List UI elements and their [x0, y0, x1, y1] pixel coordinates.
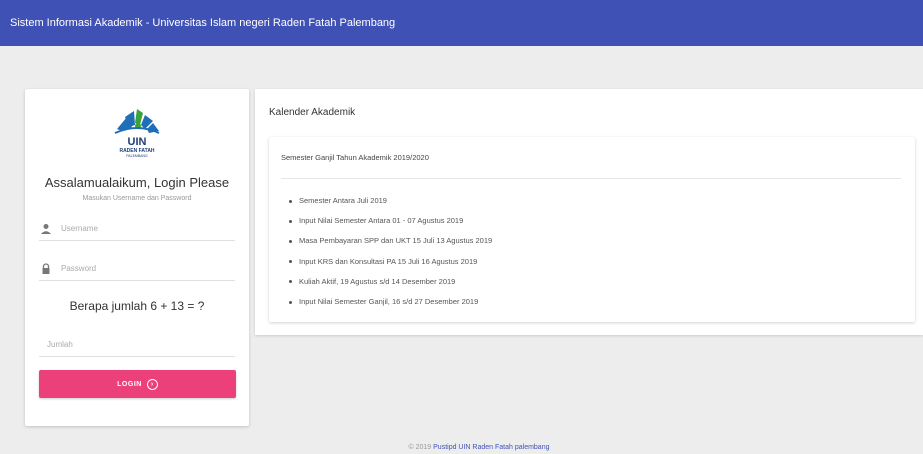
semester-card: Semester Ganjil Tahun Akademik 2019/2020…: [269, 137, 915, 322]
bullet-icon: [289, 199, 292, 203]
logo-sub2: PALEMBANG: [126, 154, 148, 158]
login-card: UIN RADEN FATAH PALEMBANG Assalamualaiku…: [25, 89, 249, 426]
login-button-label: LOGIN: [117, 380, 142, 388]
jumlah-input[interactable]: [47, 340, 207, 349]
uin-logo-icon: UIN RADEN FATAH PALEMBANG: [114, 109, 160, 158]
semester-title: Semester Ganjil Tahun Akademik 2019/2020: [281, 153, 429, 162]
calendar-list: Semester Antara Juli 2019 Input Nilai Se…: [289, 191, 492, 312]
list-item-text: Masa Pembayaran SPP dan UKT 15 Juli 13 A…: [299, 236, 493, 246]
app-title: Sistem Informasi Akademik - Universitas …: [10, 17, 396, 29]
footer-copyright: © 2019: [408, 444, 432, 451]
list-item: Masa Pembayaran SPP dan UKT 15 Juli 13 A…: [289, 231, 492, 251]
bullet-icon: [289, 300, 292, 304]
login-button[interactable]: LOGIN ›: [39, 370, 236, 398]
divider: [281, 178, 901, 179]
lock-icon: [39, 262, 53, 276]
list-item: Input Nilai Semester Antara 01 - 07 Agus…: [289, 211, 492, 231]
top-app-bar: Sistem Informasi Akademik - Universitas …: [0, 0, 923, 46]
bullet-icon: [289, 260, 292, 264]
captcha-question: Berapa jumlah 6 + 13 = ?: [69, 299, 205, 313]
person-icon: [39, 222, 53, 236]
list-item: Kuliah Aktif, 19 Agustus s/d 14 Desember…: [289, 272, 492, 292]
bullet-icon: [289, 280, 292, 284]
username-input[interactable]: [61, 224, 221, 233]
uin-logo: UIN RADEN FATAH PALEMBANG: [107, 107, 167, 161]
list-item: Input KRS dan Konsultasi PA 15 Juli 16 A…: [289, 252, 492, 272]
login-title: Assalamualaikum, Login Please: [44, 175, 230, 190]
password-input[interactable]: [61, 264, 221, 273]
list-item-text: Semester Antara Juli 2019: [299, 196, 387, 206]
footer-link[interactable]: Pustipd UIN Raden Fatah palembang: [433, 444, 549, 451]
logo-text: UIN: [128, 136, 147, 148]
bullet-icon: [289, 219, 292, 223]
list-item-text: Kuliah Aktif, 19 Agustus s/d 14 Desember…: [299, 276, 456, 286]
list-item: Input Nilai Semester Ganjil, 16 s/d 27 D…: [289, 292, 492, 312]
arrow-circle-right-icon: ›: [146, 378, 158, 390]
academic-calendar-panel: Kalender Akademik Semester Ganjil Tahun …: [255, 89, 923, 335]
calendar-title: Kalender Akademik: [269, 107, 356, 118]
bullet-icon: [289, 239, 292, 243]
password-field: [39, 257, 235, 281]
list-item-text: Input Nilai Semester Antara 01 - 07 Agus…: [299, 216, 464, 226]
jumlah-field: [39, 333, 235, 357]
login-subtitle: Masukan Username dan Password: [82, 195, 192, 202]
username-field: [39, 217, 235, 241]
footer: © 2019 Pustipd UIN Raden Fatah palembang: [0, 444, 923, 451]
list-item-text: Input Nilai Semester Ganjil, 16 s/d 27 D…: [299, 297, 479, 307]
list-item: Semester Antara Juli 2019: [289, 191, 492, 211]
list-item-text: Input KRS dan Konsultasi PA 15 Juli 16 A…: [299, 256, 478, 266]
